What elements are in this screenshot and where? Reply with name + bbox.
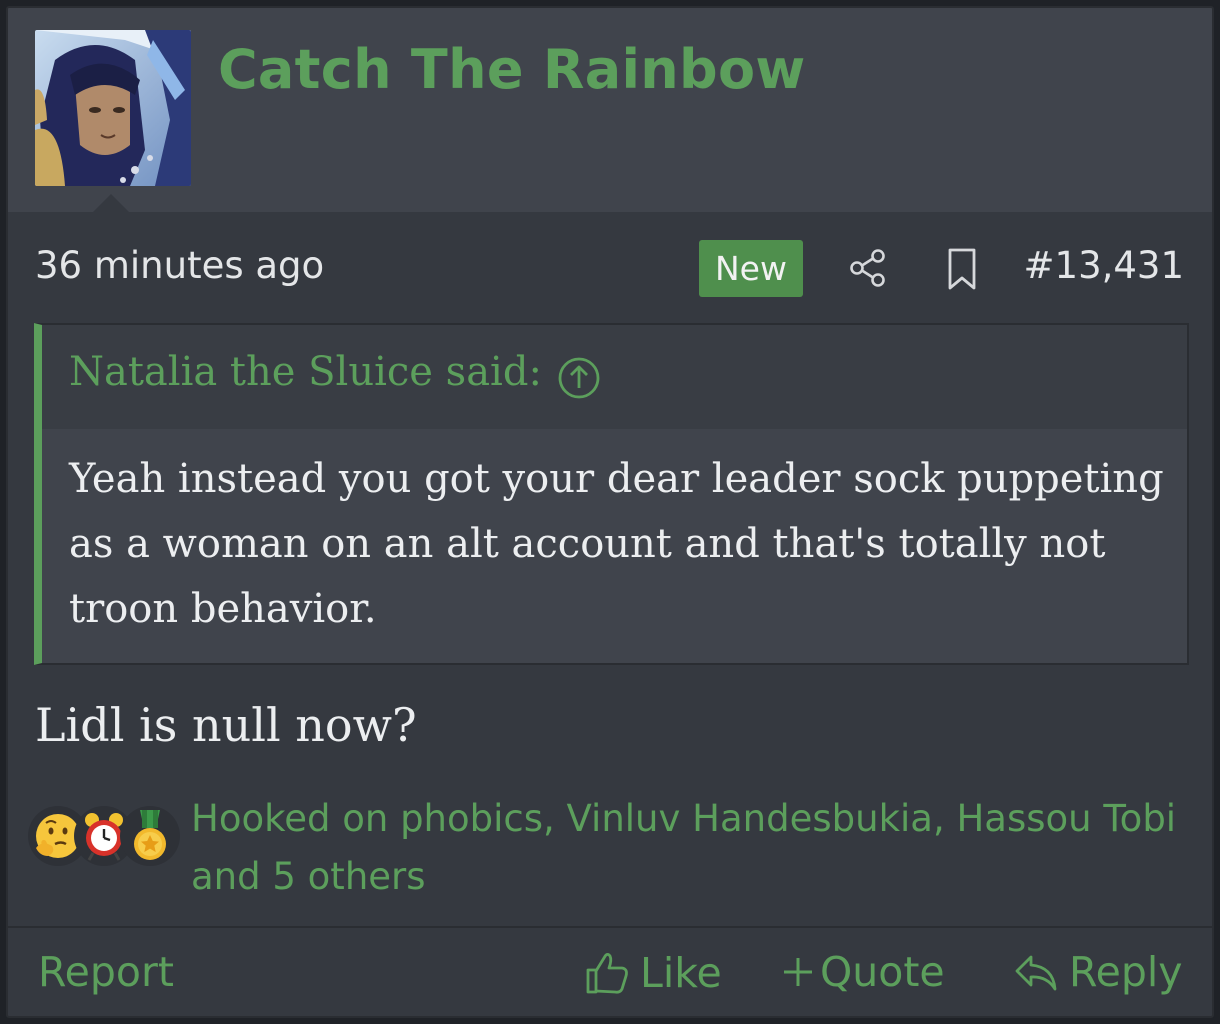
quote-text: Yeah instead you got your dear leader so… xyxy=(69,456,1164,632)
post-body: Lidl is null now? xyxy=(35,698,417,752)
reply-label: Reply xyxy=(1069,948,1183,996)
jump-to-quote-icon[interactable] xyxy=(556,355,602,401)
quote-author[interactable]: Natalia the Sluice said: xyxy=(69,349,542,395)
quote-label: Quote xyxy=(820,948,945,996)
like-button[interactable]: Like xyxy=(582,948,722,998)
reaction-users-link[interactable]: Hooked on phobics, Vinluv Handesbukia, H… xyxy=(191,790,1181,906)
report-button[interactable]: Report xyxy=(38,948,174,996)
share-icon[interactable] xyxy=(846,246,890,290)
quote-header: Natalia the Sluice said: xyxy=(42,325,1187,429)
like-label: Like xyxy=(640,949,722,997)
post-timestamp[interactable]: 36 minutes ago xyxy=(35,244,324,287)
bookmark-icon[interactable] xyxy=(942,246,982,292)
post-card: Catch The Rainbow 36 minutes ago New #13… xyxy=(6,6,1214,1018)
user-header: Catch The Rainbow xyxy=(8,8,1212,212)
plus-icon xyxy=(784,958,812,986)
header-pointer xyxy=(93,194,129,212)
quote-block: Natalia the Sluice said: Yeah instead yo… xyxy=(34,323,1189,665)
post-footer: Report Like Quote Reply xyxy=(8,926,1212,1016)
username[interactable]: Catch The Rainbow xyxy=(218,38,806,101)
avatar-image xyxy=(35,30,191,186)
new-badge: New xyxy=(699,240,803,297)
medal-icon[interactable] xyxy=(120,806,180,866)
report-label: Report xyxy=(38,948,174,996)
reaction-icons[interactable] xyxy=(28,806,188,876)
avatar[interactable] xyxy=(35,30,191,186)
thumbs-up-icon xyxy=(586,953,628,994)
quote-button[interactable]: Quote xyxy=(780,948,945,996)
post-meta: 36 minutes ago New #13,431 xyxy=(8,236,1212,300)
post-number[interactable]: #13,431 xyxy=(1024,244,1184,287)
reply-button[interactable]: Reply xyxy=(1011,948,1183,996)
reply-arrow-icon xyxy=(1015,955,1057,991)
